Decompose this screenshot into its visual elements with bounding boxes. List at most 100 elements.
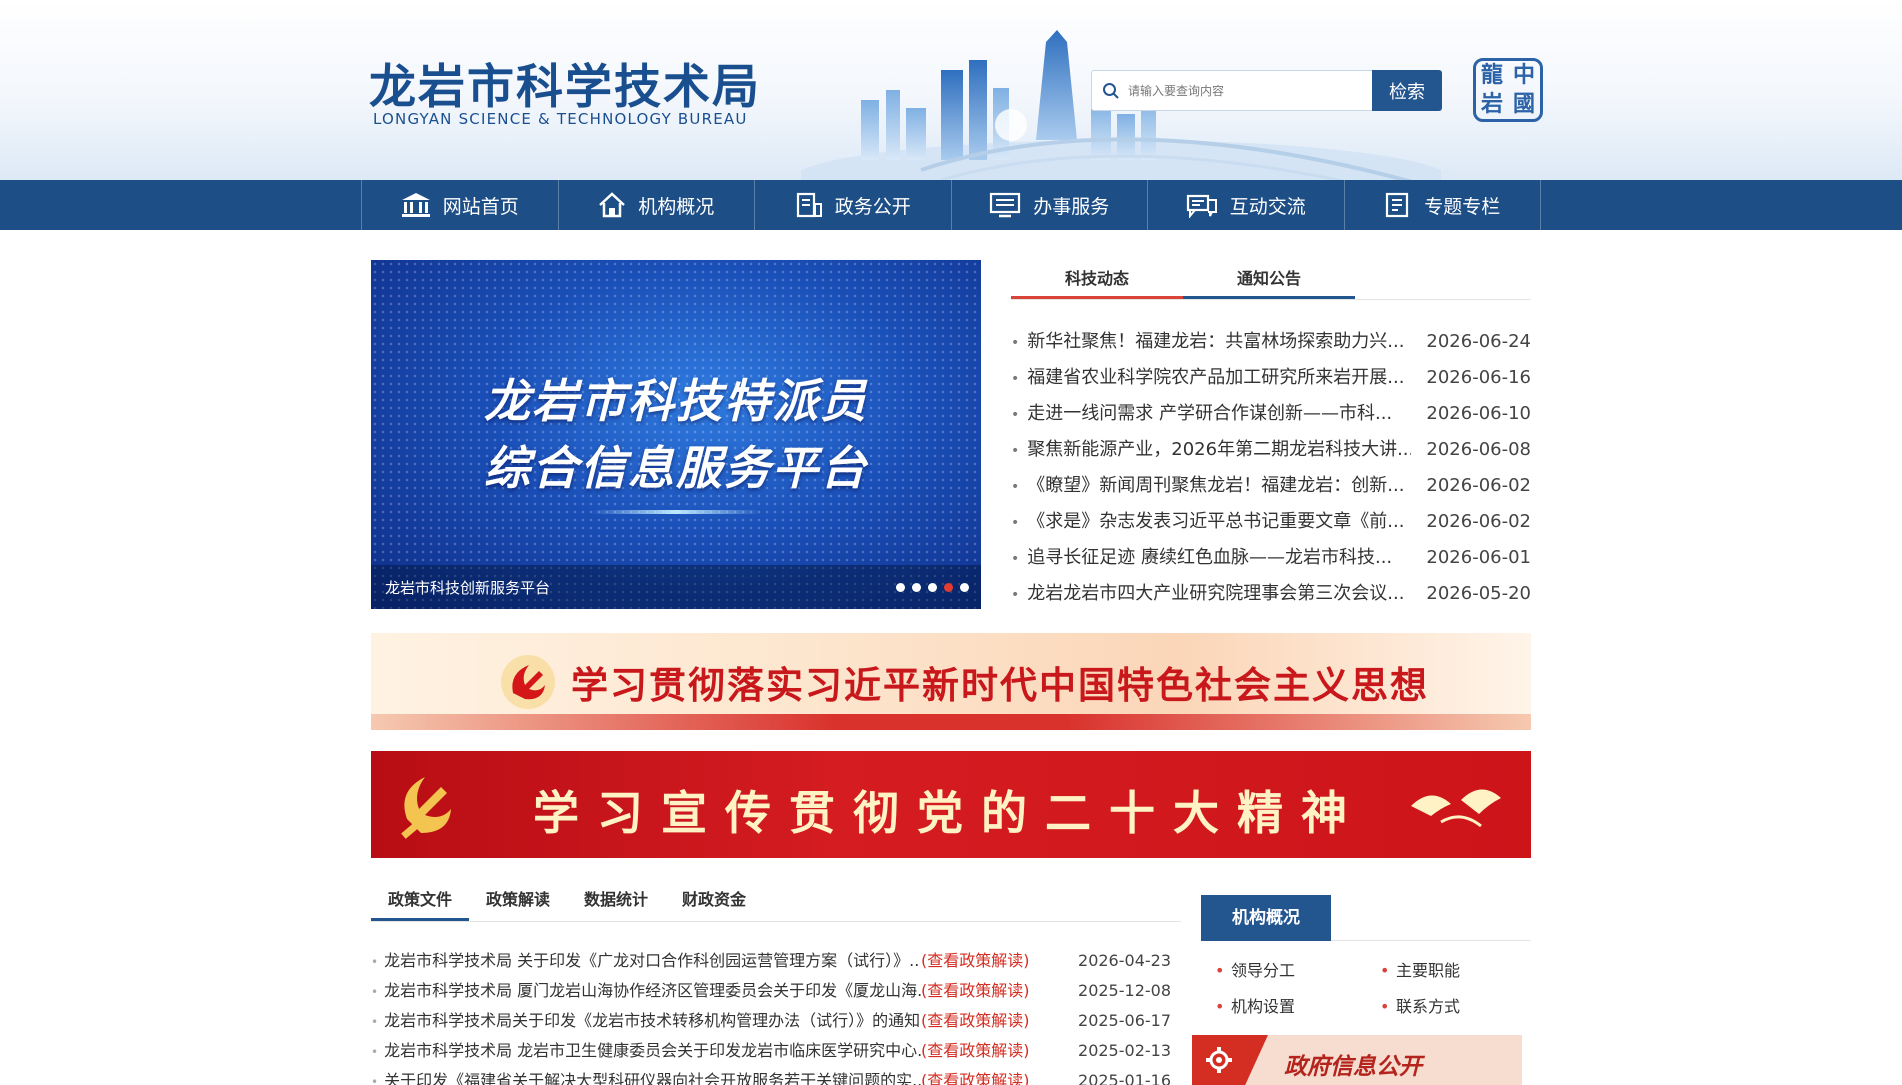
policy-date: 2026-04-23 <box>1078 951 1171 970</box>
organization-panel: 机构概况 领导分工 主要职能 机构设置 联系方式 <box>1201 895 1531 1019</box>
document-icon <box>796 192 822 218</box>
gear-icon <box>1206 1047 1232 1073</box>
org-link-main-functions[interactable]: 主要职能 <box>1366 959 1531 983</box>
policy-item[interactable]: 龙岩市科学技术局关于印发《龙岩市技术转移机构管理办法（试行）》的通知(查看政策解… <box>371 1006 1181 1036</box>
news-title[interactable]: 《瞭望》新闻周刊聚焦龙岩！福建龙岩：创新... <box>1011 468 1411 504</box>
policy-title[interactable]: 龙岩市科学技术局 龙岩市卫生健康委员会关于印发龙岩市临床医学研究中心... <box>371 1036 921 1066</box>
news-item[interactable]: 走进一线问需求 产学研合作谋创新——市科... 2026-06-10 <box>1011 396 1531 432</box>
news-date: 2026-06-02 <box>1426 511 1531 532</box>
carousel-dot[interactable] <box>960 583 969 592</box>
news-item[interactable]: 福建省农业科学院农产品加工研究所来岩开展... 2026-06-16 <box>1011 360 1531 396</box>
twentieth-congress-banner[interactable]: 学习宣传贯彻党的二十大精神 <box>371 751 1531 858</box>
home-icon <box>599 192 626 218</box>
tab-policy-documents[interactable]: 政策文件 <box>371 880 470 921</box>
service-list-icon <box>990 192 1021 218</box>
policy-item[interactable]: 龙岩市科学技术局 厦门龙岩山海协作经济区管理委员会关于印发《厦龙山海...(查看… <box>371 976 1181 1006</box>
policy-interpretation-link[interactable]: (查看政策解读) <box>921 976 1049 1006</box>
banner-caption-bar: 龙岩市科技创新服务平台 <box>371 565 981 609</box>
nav-item-label: 办事服务 <box>1033 195 1110 218</box>
seal-char: 岩 <box>1480 91 1503 117</box>
news-date: 2026-06-02 <box>1426 475 1531 496</box>
org-link-contact[interactable]: 联系方式 <box>1366 995 1531 1019</box>
news-date: 2026-06-24 <box>1426 331 1531 352</box>
policy-item[interactable]: 龙岩市科学技术局 关于印发《广龙对口合作科创园运营管理方案（试行）》...(查看… <box>371 946 1181 976</box>
search-button[interactable]: 检索 <box>1372 70 1442 111</box>
banner-caption[interactable]: 龙岩市科技创新服务平台 <box>385 577 550 598</box>
nav-item-interaction[interactable]: 互动交流 <box>1148 180 1345 230</box>
seal-char: 龍 <box>1480 62 1503 88</box>
policy-item[interactable]: 龙岩市科学技术局 龙岩市卫生健康委员会关于印发龙岩市临床医学研究中心...(查看… <box>371 1036 1181 1066</box>
policy-item[interactable]: 关于印发《福建省关于解决大型科研仪器向社会开放服务若干关键问题的实...(查看政… <box>371 1066 1181 1085</box>
tab-tech-news[interactable]: 科技动态 <box>1011 260 1183 299</box>
nav-item-special-topics[interactable]: 专题专栏 <box>1345 180 1541 230</box>
news-title[interactable]: 新华社聚焦！福建龙岩：共富林场探索助力兴... <box>1011 324 1411 360</box>
news-date: 2026-06-10 <box>1426 403 1531 424</box>
news-title[interactable]: 追寻长征足迹 赓续红色血脉——龙岩市科技... <box>1011 540 1411 576</box>
news-tabs: 科技动态 通知公告 <box>1011 260 1531 300</box>
policy-interpretation-link[interactable]: (查看政策解读) <box>921 1006 1049 1036</box>
policy-interpretation-link[interactable]: (查看政策解读) <box>921 946 1049 976</box>
tab-policy-interpretation[interactable]: 政策解读 <box>469 880 567 921</box>
policy-tabs: 政策文件 政策解读 数据统计 财政资金 <box>371 880 1181 922</box>
government-info-disclosure-banner[interactable]: 政府信息公开 <box>1192 1035 1522 1085</box>
book-icon <box>1386 192 1409 218</box>
news-panel: 科技动态 通知公告 新华社聚焦！福建龙岩：共富林场探索助力兴... 2026-06… <box>1011 260 1531 612</box>
chat-icon <box>1186 194 1217 218</box>
carousel-dot[interactable] <box>912 583 921 592</box>
gov-banner-text: 政府信息公开 <box>1284 1054 1422 1080</box>
organization-links: 领导分工 主要职能 机构设置 联系方式 <box>1201 959 1531 1019</box>
policy-title[interactable]: 关于印发《福建省关于解决大型科研仪器向社会开放服务若干关键问题的实... <box>371 1066 921 1085</box>
study-thought-banner[interactable]: 学习贯彻落实习近平新时代中国特色社会主义思想 <box>371 633 1531 730</box>
organization-panel-title[interactable]: 机构概况 <box>1201 895 1331 941</box>
news-item[interactable]: 龙岩龙岩市四大产业研究院理事会第三次会议... 2026-05-20 <box>1011 576 1531 612</box>
longyan-china-seal-logo: 龍 中 岩 國 <box>1473 58 1543 122</box>
news-title[interactable]: 龙岩龙岩市四大产业研究院理事会第三次会议... <box>1011 576 1411 612</box>
news-date: 2026-06-01 <box>1426 547 1531 568</box>
policy-interpretation-link[interactable]: (查看政策解读) <box>921 1066 1049 1085</box>
news-title[interactable]: 福建省农业科学院农产品加工研究所来岩开展... <box>1011 360 1411 396</box>
search-input[interactable] <box>1128 72 1358 109</box>
policy-date: 2025-01-16 <box>1078 1071 1171 1085</box>
news-item[interactable]: 追寻长征足迹 赓续红色血脉——龙岩市科技... 2026-06-01 <box>1011 540 1531 576</box>
policy-title[interactable]: 龙岩市科学技术局 关于印发《广龙对口合作科创园运营管理方案（试行）》... <box>371 946 921 976</box>
seal-char: 國 <box>1512 91 1535 117</box>
news-list: 新华社聚焦！福建龙岩：共富林场探索助力兴... 2026-06-24 福建省农业科… <box>1011 324 1531 612</box>
nav-item-label: 专题专栏 <box>1424 195 1501 218</box>
policy-date: 2025-02-13 <box>1078 1041 1171 1060</box>
nav-item-government-affairs[interactable]: 政务公开 <box>755 180 952 230</box>
news-title[interactable]: 《求是》杂志发表习近平总书记重要文章《前... <box>1011 504 1411 540</box>
org-link-institutional-setup[interactable]: 机构设置 <box>1201 995 1366 1019</box>
banner-glow-line <box>591 510 761 514</box>
carousel-dot-active[interactable] <box>944 583 953 592</box>
nav-item-home[interactable]: 网站首页 <box>362 180 559 230</box>
tab-notices[interactable]: 通知公告 <box>1183 260 1355 299</box>
policy-panel: 政策文件 政策解读 数据统计 财政资金 龙岩市科学技术局 关于印发《广龙对口合作… <box>371 880 1181 1085</box>
policy-list: 龙岩市科学技术局 关于印发《广龙对口合作科创园运营管理方案（试行）》...(查看… <box>371 946 1181 1085</box>
news-item[interactable]: 《瞭望》新闻周刊聚焦龙岩！福建龙岩：创新... 2026-06-02 <box>1011 468 1531 504</box>
news-item[interactable]: 新华社聚焦！福建龙岩：共富林场探索助力兴... 2026-06-24 <box>1011 324 1531 360</box>
search-box <box>1091 70 1373 111</box>
policy-interpretation-link[interactable]: (查看政策解读) <box>921 1036 1049 1066</box>
tab-fiscal-funds[interactable]: 财政资金 <box>665 880 763 921</box>
news-date: 2026-05-20 <box>1426 583 1531 604</box>
policy-title[interactable]: 龙岩市科学技术局 厦门龙岩山海协作经济区管理委员会关于印发《厦龙山海... <box>371 976 921 1006</box>
dove-decoration-icon <box>1411 789 1501 828</box>
carousel-dot[interactable] <box>896 583 905 592</box>
site-logo-title[interactable]: 龙岩市科学技术局 <box>369 48 761 117</box>
twentieth-congress-banner-text: 学习宣传贯彻党的二十大精神 <box>533 786 1365 840</box>
news-title[interactable]: 聚焦新能源产业，2026年第二期龙岩科技大讲... <box>1011 432 1411 468</box>
nav-item-services[interactable]: 办事服务 <box>952 180 1148 230</box>
news-title[interactable]: 走进一线问需求 产学研合作谋创新——市科... <box>1011 396 1411 432</box>
policy-title[interactable]: 龙岩市科学技术局关于印发《龙岩市技术转移机构管理办法（试行）》的通知 <box>371 1006 921 1036</box>
nav-item-organization[interactable]: 机构概况 <box>559 180 755 230</box>
org-link-leadership-division[interactable]: 领导分工 <box>1201 959 1366 983</box>
nav-item-label: 机构概况 <box>638 195 715 218</box>
news-item[interactable]: 聚焦新能源产业，2026年第二期龙岩科技大讲... 2026-06-08 <box>1011 432 1531 468</box>
hero-carousel[interactable]: 龙岩市科技特派员 综合信息服务平台 龙岩市科技创新服务平台 <box>371 260 981 609</box>
tab-data-statistics[interactable]: 数据统计 <box>567 880 665 921</box>
nav-item-label: 政务公开 <box>834 195 911 218</box>
nav-item-label: 互动交流 <box>1229 195 1306 218</box>
news-item[interactable]: 《求是》杂志发表习近平总书记重要文章《前... 2026-06-02 <box>1011 504 1531 540</box>
carousel-dot[interactable] <box>928 583 937 592</box>
party-emblem-icon <box>501 655 555 709</box>
